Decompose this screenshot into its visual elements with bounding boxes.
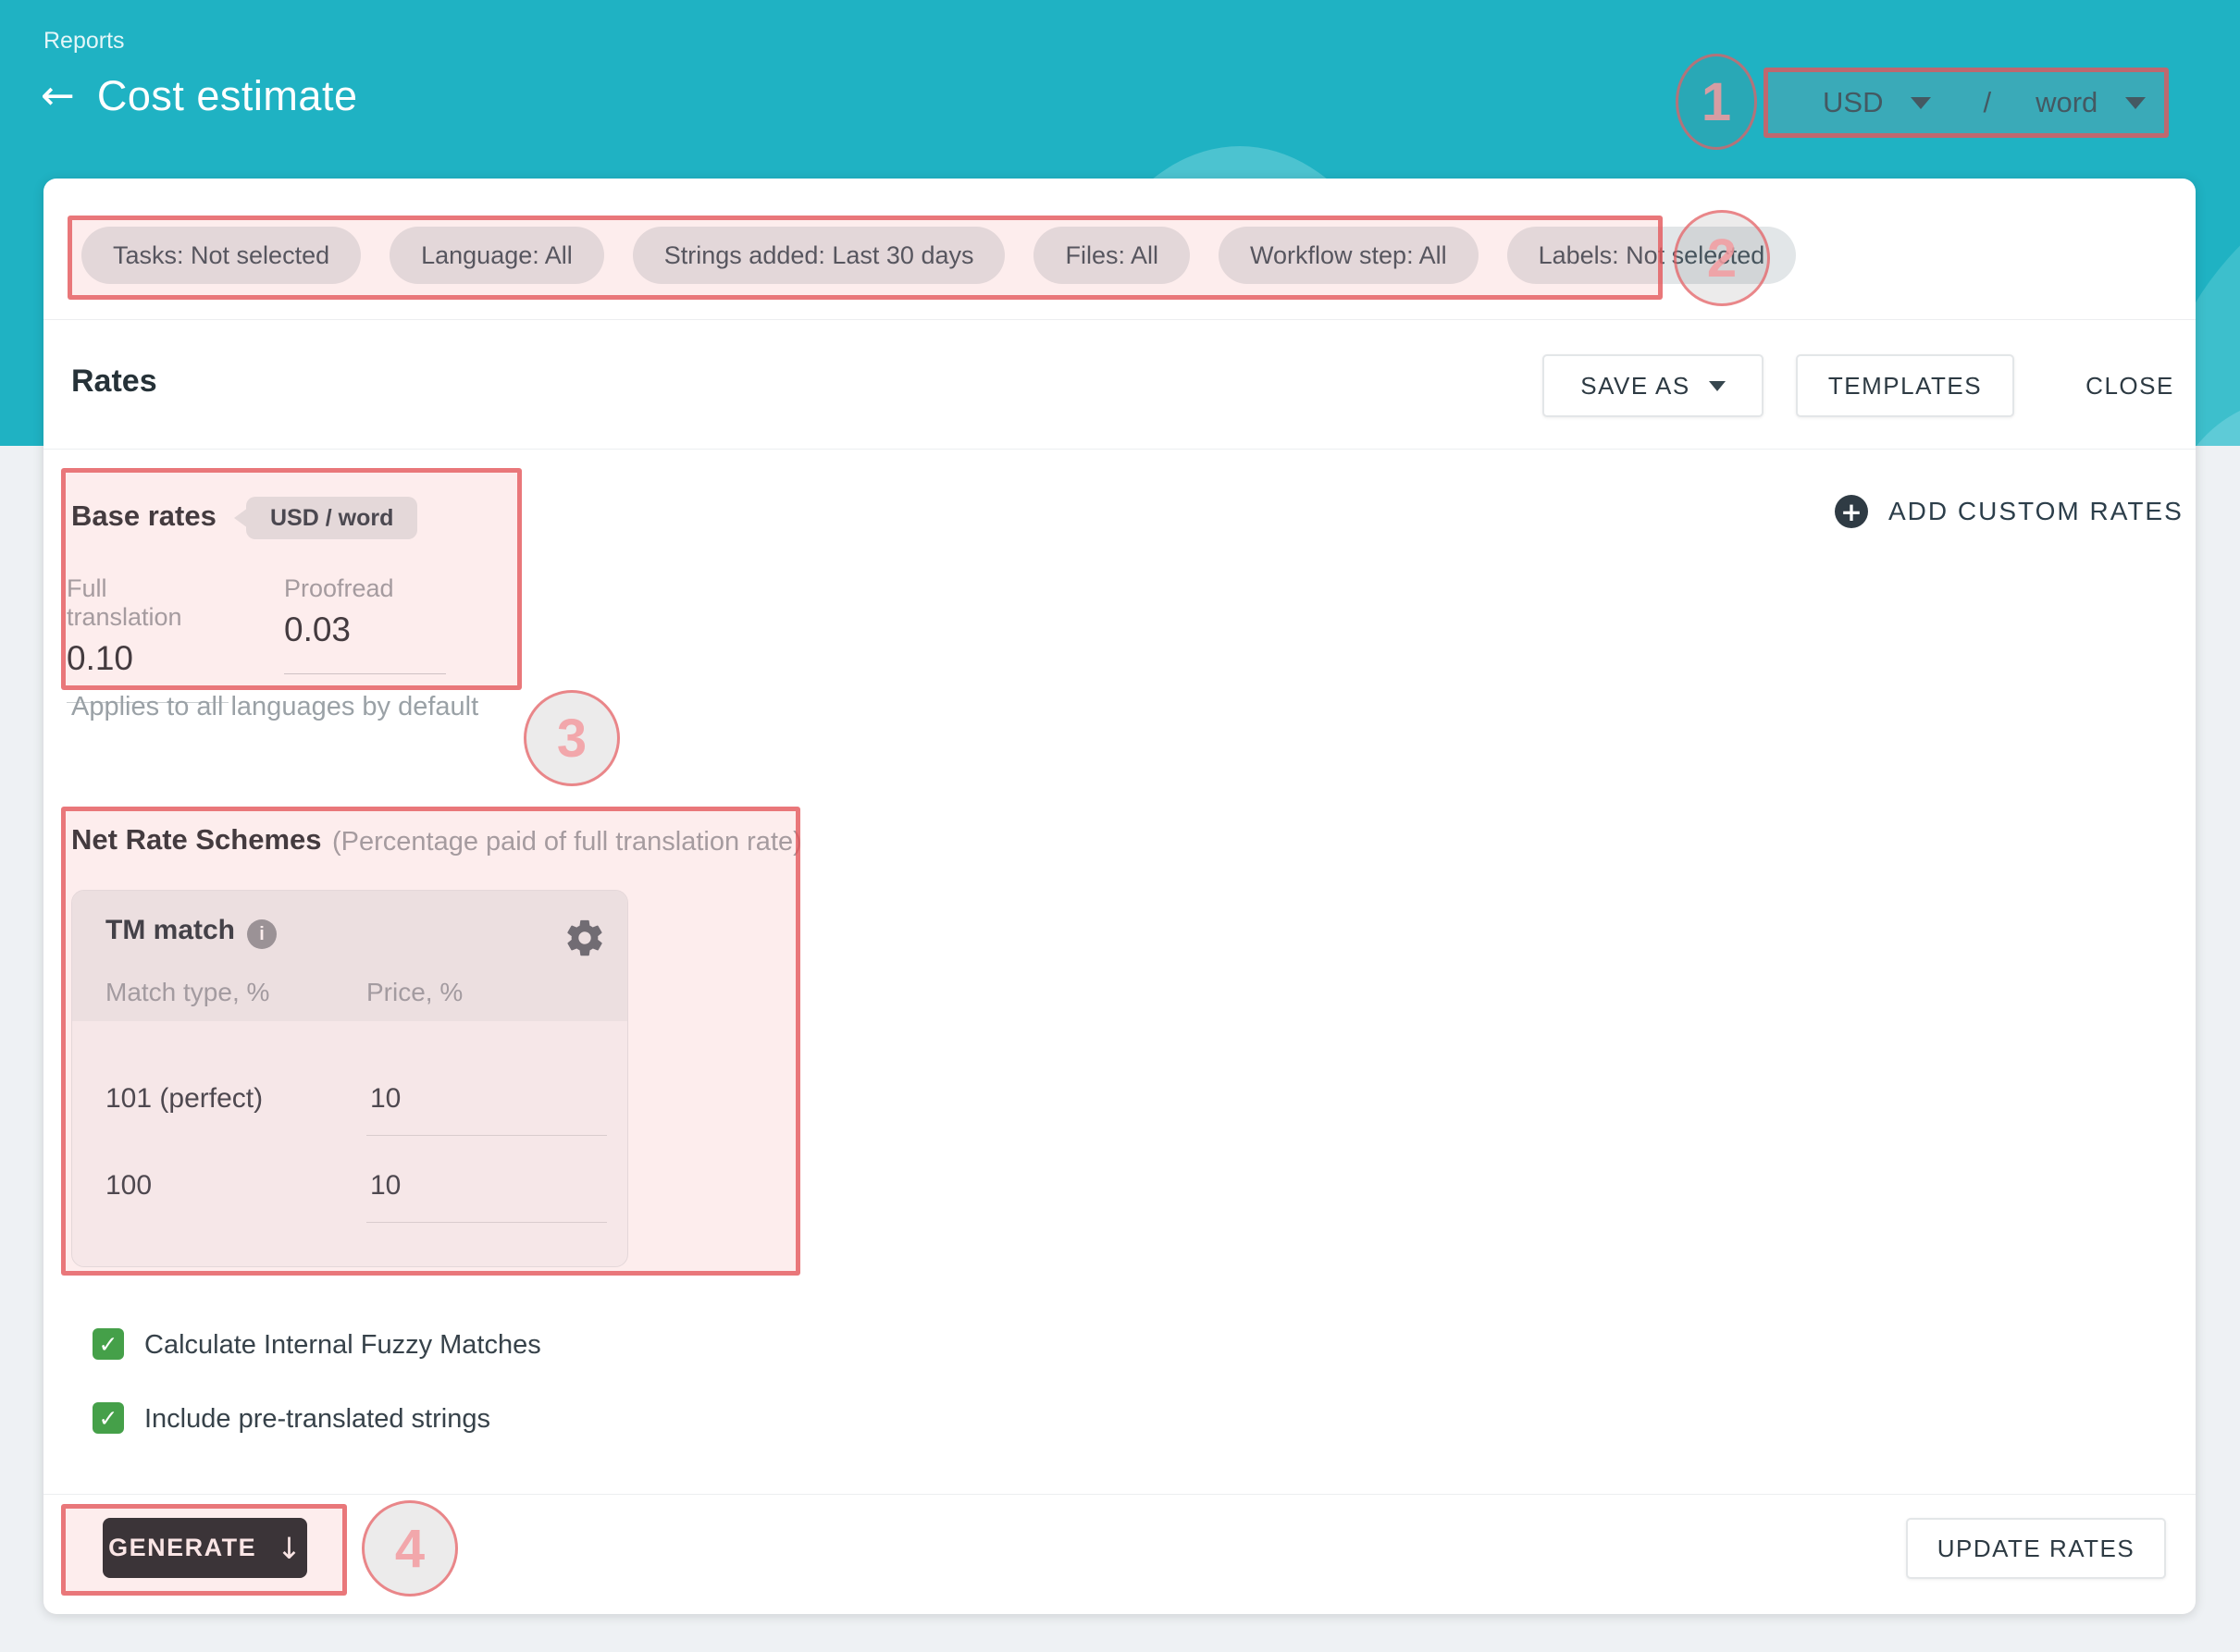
plus-icon: + (1835, 495, 1868, 528)
filter-chip-labels[interactable]: Labels: Not selected (1507, 227, 1797, 284)
input-underline (366, 1222, 607, 1223)
chevron-down-icon (1709, 381, 1726, 391)
chevron-down-icon (1911, 97, 1931, 109)
close-label: CLOSE (2085, 372, 2174, 401)
chevron-down-icon (2125, 97, 2146, 109)
breadcrumb[interactable]: Reports (43, 28, 125, 55)
divider (43, 1494, 2196, 1495)
price-column-header: Price, % (366, 978, 463, 1007)
filter-chip-workflow-step[interactable]: Workflow step: All (1219, 227, 1479, 284)
separator: / (1983, 86, 1991, 119)
match-type-column-header: Match type, % (105, 978, 269, 1007)
report-card: Tasks: Not selected Language: All String… (43, 179, 2196, 1614)
match-type-100: 100 (105, 1170, 152, 1202)
match-type-101: 101 (perfect) (105, 1083, 263, 1115)
arrow-down-icon: ↓ (277, 1531, 302, 1566)
filter-chip-strings-added[interactable]: Strings added: Last 30 days (633, 227, 1006, 284)
net-rate-schemes-title: Net Rate Schemes (71, 823, 322, 857)
base-rates-title: Base rates (71, 499, 217, 533)
check-icon: ✓ (99, 1331, 118, 1358)
input-underline (366, 1135, 607, 1136)
proofread-label: Proofread (284, 574, 446, 603)
filter-chip-files[interactable]: Files: All (1033, 227, 1190, 284)
check-icon: ✓ (99, 1405, 118, 1432)
back-arrow-icon[interactable]: ← (41, 76, 75, 117)
rates-section-title: Rates (71, 364, 157, 400)
unit-select[interactable]: word (2036, 86, 2146, 119)
save-as-label: SAVE AS (1580, 372, 1689, 401)
cost-estimate-page: Reports ← Cost estimate USD / word Tasks… (0, 0, 2240, 1652)
divider (43, 319, 2196, 320)
info-icon[interactable]: i (247, 919, 277, 949)
net-rate-schemes-subtitle: (Percentage paid of full translation rat… (332, 827, 802, 857)
add-custom-rates-button[interactable]: + ADD CUSTOM RATES (1835, 495, 2184, 528)
currency-unit-bar: USD / word (1764, 68, 2169, 138)
fuzzy-matches-checkbox[interactable]: ✓ (93, 1328, 124, 1360)
full-translation-label: Full translation (67, 574, 229, 632)
pretranslated-label: Include pre-translated strings (144, 1404, 490, 1435)
save-as-button[interactable]: SAVE AS (1542, 354, 1764, 417)
generate-label: GENERATE (108, 1534, 256, 1562)
page-title: Cost estimate (97, 72, 358, 120)
update-rates-label: UPDATE RATES (1937, 1535, 2135, 1563)
proofread-field: Proofread 0.03 (284, 574, 446, 674)
gear-icon[interactable] (563, 917, 606, 959)
full-translation-field: Full translation 0.10 (67, 574, 229, 703)
currency-select[interactable]: USD (1823, 86, 1931, 119)
input-underline (284, 673, 446, 674)
fuzzy-matches-label: Calculate Internal Fuzzy Matches (144, 1330, 541, 1361)
close-button[interactable]: CLOSE (2042, 354, 2218, 417)
price-100-input[interactable]: 10 (370, 1170, 401, 1202)
tm-match-card: TM match i Match type, % Price, % 101 (p… (71, 890, 628, 1267)
divider (43, 449, 2196, 450)
filter-chip-tasks[interactable]: Tasks: Not selected (81, 227, 361, 284)
templates-button[interactable]: TEMPLATES (1796, 354, 2014, 417)
pretranslated-checkbox[interactable]: ✓ (93, 1402, 124, 1434)
currency-value: USD (1823, 86, 1883, 119)
base-rates-note: Applies to all languages by default (71, 692, 478, 722)
templates-label: TEMPLATES (1828, 372, 1982, 401)
tm-match-title: TM match (105, 915, 235, 946)
unit-value: word (2036, 86, 2098, 119)
update-rates-button[interactable]: UPDATE RATES (1906, 1518, 2166, 1579)
generate-button[interactable]: GENERATE ↓ (103, 1518, 307, 1578)
add-custom-rates-label: ADD CUSTOM RATES (1888, 497, 2184, 526)
filter-chip-language[interactable]: Language: All (390, 227, 604, 284)
proofread-input[interactable]: 0.03 (284, 610, 446, 649)
filters-row: Tasks: Not selected Language: All String… (81, 227, 1796, 284)
title-row: ← Cost estimate (41, 72, 357, 120)
full-translation-input[interactable]: 0.10 (67, 639, 229, 678)
unit-badge: USD / word (246, 497, 417, 539)
price-101-input[interactable]: 10 (370, 1083, 401, 1115)
